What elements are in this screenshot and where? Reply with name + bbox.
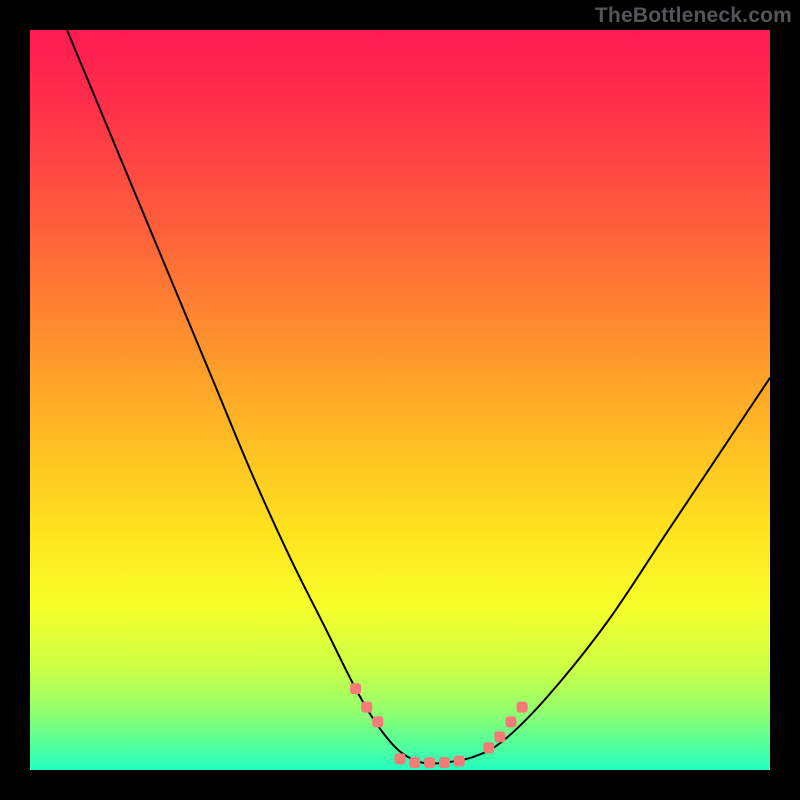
curve-marker [506,716,517,727]
curve-marker [350,683,361,694]
plot-area [30,30,770,770]
curve-marker [517,702,528,713]
gradient-background [30,30,770,770]
curve-marker [395,753,406,764]
chart-frame: TheBottleneck.com [0,0,800,800]
curve-marker [409,757,420,768]
curve-marker [424,757,435,768]
curve-marker [483,742,494,753]
curve-marker [494,731,505,742]
curve-marker [454,756,465,767]
curve-marker [361,702,372,713]
watermark-text: TheBottleneck.com [595,4,792,28]
curve-marker [372,716,383,727]
curve-marker [439,757,450,768]
chart-svg [30,30,770,770]
